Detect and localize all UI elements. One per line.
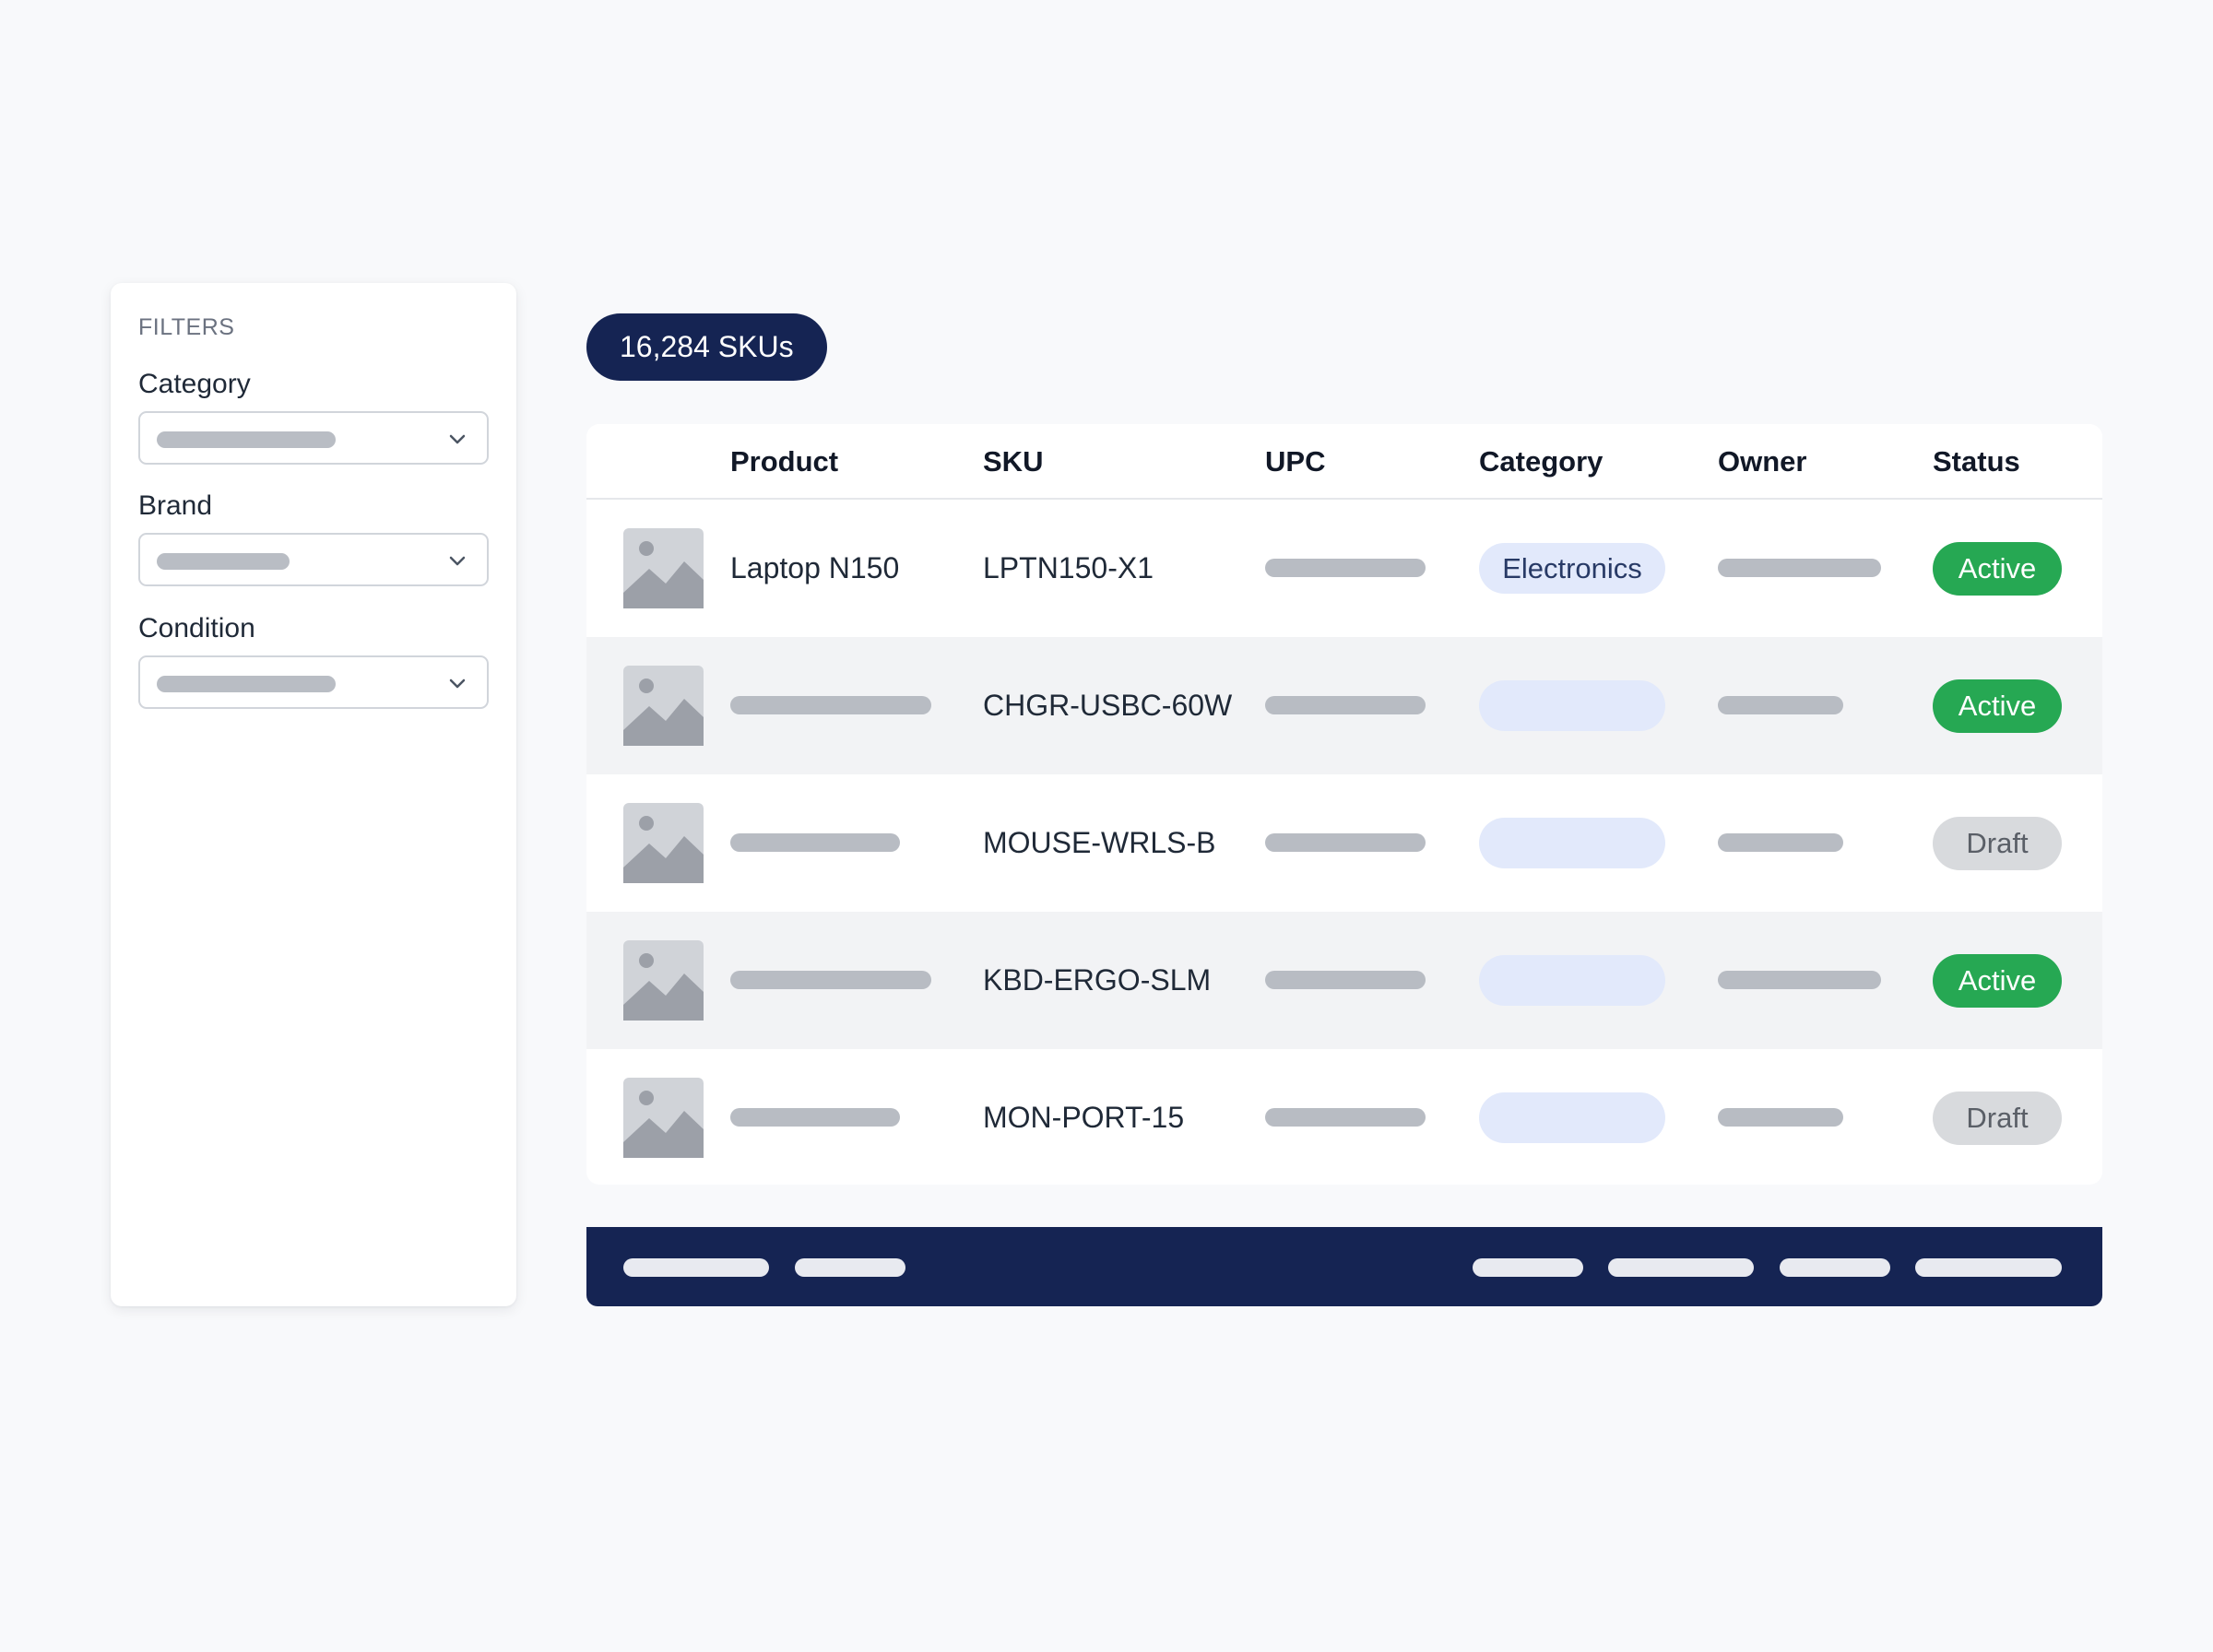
product-placeholder <box>730 971 931 989</box>
footer-placeholder[interactable] <box>623 1258 769 1277</box>
product-placeholder <box>730 696 931 714</box>
chevron-down-icon <box>449 678 466 689</box>
table-row[interactable]: Laptop N150 LPTN150-X1 Electronics Activ… <box>586 500 2102 637</box>
sku-value: KBD-ERGO-SLM <box>983 963 1212 997</box>
column-header-status[interactable]: Status <box>1933 424 2020 500</box>
footer-placeholder[interactable] <box>1473 1258 1583 1277</box>
condition-filter-label: Condition <box>138 613 255 643</box>
category-badge <box>1479 1092 1665 1143</box>
table-footer-bar <box>586 1227 2102 1306</box>
image-placeholder-icon <box>623 528 704 608</box>
owner-placeholder <box>1718 971 1881 989</box>
condition-filter-select[interactable] <box>138 655 489 709</box>
footer-placeholder[interactable] <box>1780 1258 1890 1277</box>
filters-title: FILTERS <box>138 314 235 340</box>
table-row[interactable]: MOUSE-WRLS-B Draft <box>586 774 2102 912</box>
category-filter-label: Category <box>138 369 251 399</box>
image-placeholder-icon <box>623 1078 704 1158</box>
table-header: Product SKU UPC Category Owner Status <box>586 424 2102 500</box>
owner-placeholder <box>1718 696 1843 714</box>
upc-placeholder <box>1265 971 1426 989</box>
table-row[interactable]: CHGR-USBC-60W Active <box>586 637 2102 774</box>
status-badge: Draft <box>1933 817 2062 870</box>
status-badge: Active <box>1933 542 2062 596</box>
image-placeholder-icon <box>623 940 704 1021</box>
brand-filter-label: Brand <box>138 490 213 521</box>
footer-placeholder[interactable] <box>1608 1258 1754 1277</box>
owner-placeholder <box>1718 559 1881 577</box>
owner-placeholder <box>1718 833 1843 852</box>
sku-value: MON-PORT-15 <box>983 1101 1185 1134</box>
status-badge: Active <box>1933 954 2062 1008</box>
category-filter-select[interactable] <box>138 411 489 465</box>
column-header-sku[interactable]: SKU <box>983 424 1043 500</box>
upc-placeholder <box>1265 1108 1426 1127</box>
chevron-down-icon <box>449 556 466 566</box>
sku-value: LPTN150-X1 <box>983 551 1154 584</box>
status-badge: Draft <box>1933 1092 2062 1145</box>
column-header-product[interactable]: Product <box>730 424 838 500</box>
status-badge: Active <box>1933 679 2062 733</box>
product-table: Product SKU UPC Category Owner Status La… <box>586 424 2102 1185</box>
category-badge <box>1479 955 1665 1006</box>
category-badge: Electronics <box>1479 543 1665 594</box>
upc-placeholder <box>1265 696 1426 714</box>
upc-placeholder <box>1265 559 1426 577</box>
image-placeholder-icon <box>623 666 704 746</box>
select-placeholder <box>157 553 290 570</box>
image-placeholder-icon <box>623 803 704 883</box>
column-header-category[interactable]: Category <box>1479 424 1603 500</box>
brand-filter-select[interactable] <box>138 533 489 586</box>
sku-count-badge: 16,284 SKUs <box>586 313 827 381</box>
table-row[interactable]: MON-PORT-15 Draft <box>586 1049 2102 1185</box>
owner-placeholder <box>1718 1108 1843 1127</box>
table-row[interactable]: KBD-ERGO-SLM Active <box>586 912 2102 1049</box>
product-placeholder <box>730 833 900 852</box>
sku-value: CHGR-USBC-60W <box>983 689 1233 722</box>
category-badge <box>1479 680 1665 731</box>
select-placeholder <box>157 676 336 692</box>
select-placeholder <box>157 431 336 448</box>
footer-placeholder[interactable] <box>1915 1258 2062 1277</box>
footer-placeholder[interactable] <box>795 1258 905 1277</box>
filters-panel: FILTERS Category Brand Condition <box>111 283 516 1306</box>
category-badge <box>1479 818 1665 868</box>
column-header-upc[interactable]: UPC <box>1265 424 1325 500</box>
product-placeholder <box>730 1108 900 1127</box>
product-name: Laptop N150 <box>730 551 900 584</box>
chevron-down-icon <box>449 434 466 444</box>
sku-value: MOUSE-WRLS-B <box>983 826 1216 859</box>
upc-placeholder <box>1265 833 1426 852</box>
column-header-owner[interactable]: Owner <box>1718 424 1806 500</box>
